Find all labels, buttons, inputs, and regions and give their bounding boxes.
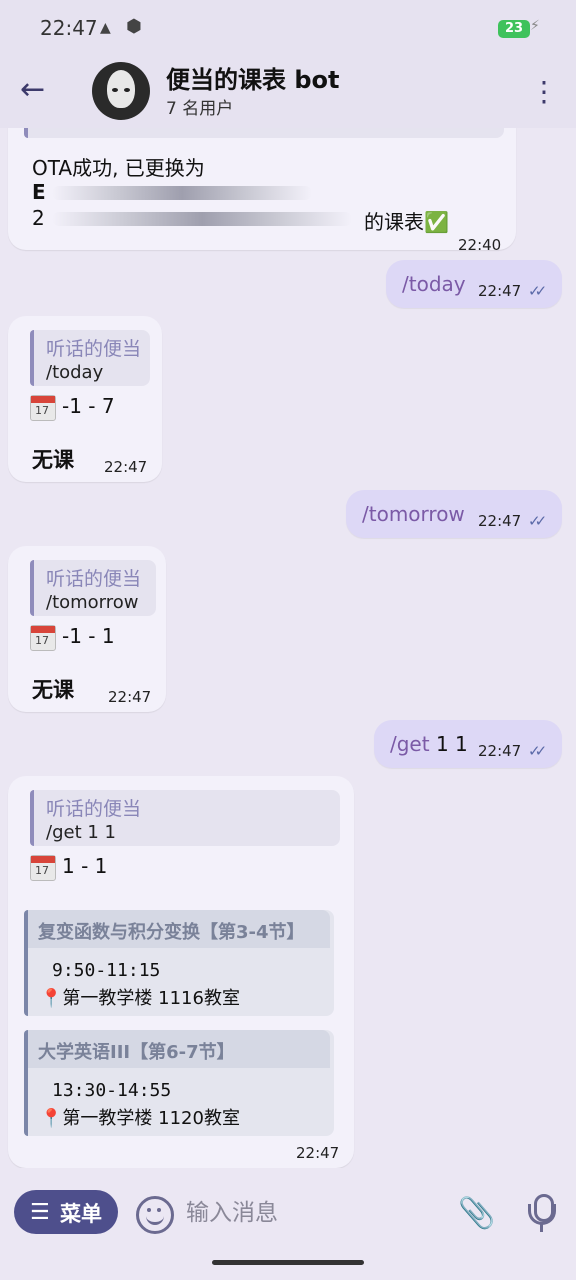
message-list[interactable]: OTA成功, 已更换为 E 2 的课表✅ 22:40 /today 22:47 …: [0, 128, 576, 1168]
ota-line3-tail: 的课表✅: [364, 210, 449, 234]
emoji-icon[interactable]: [136, 1196, 174, 1234]
quote-block[interactable]: 听话的便当 /get 1 1: [30, 790, 340, 846]
ota-line3: 2: [32, 206, 45, 230]
course-location: 📍第一教学楼 1120教室: [40, 1108, 240, 1129]
message-time: 22:47: [296, 1144, 340, 1162]
message-text: /get 1 1: [390, 732, 468, 756]
message-reply-today[interactable]: 听话的便当 /today 17 -1 - 7 无课 22:47: [8, 316, 162, 482]
chat-title[interactable]: 便当的课表 bot: [166, 60, 340, 95]
ota-line1: OTA成功, 已更换为: [32, 156, 205, 180]
double-check-icon: ✓✓: [528, 282, 547, 300]
calendar-icon: 17: [30, 624, 56, 651]
message-reply-get[interactable]: 听话的便当 /get 1 1 17 1 - 1 复变函数与积分变换【第3-4节】 …: [8, 776, 354, 1168]
message-time: 22:47: [104, 458, 148, 476]
charging-icon: ⚡: [530, 18, 540, 34]
course-name: 复变函数与积分变换【第3-4节】: [38, 922, 305, 943]
course-time: 13:30-14:55: [52, 1080, 172, 1101]
notification-icon: ▲: [100, 20, 111, 36]
message-text: /today: [402, 272, 466, 296]
date-line: 17 -1 - 1: [30, 624, 115, 651]
course-time: 9:50-11:15: [52, 960, 161, 981]
hamburger-icon: ☰: [30, 1200, 50, 1225]
member-count: 7 名用户: [166, 99, 234, 119]
microphone-icon[interactable]: [528, 1194, 556, 1234]
quote-block[interactable]: 听话的便当 /tomorrow: [30, 560, 156, 616]
course-header: 大学英语III【第6-7节】: [28, 1030, 330, 1068]
message-text: /tomorrow: [362, 502, 465, 526]
message-out-today[interactable]: /today 22:47 ✓✓: [386, 260, 562, 308]
message-out-tomorrow[interactable]: /tomorrow 22:47 ✓✓: [346, 490, 562, 538]
double-check-icon: ✓✓: [528, 512, 547, 530]
quote-block: [24, 128, 504, 138]
quote-author: 听话的便当: [46, 568, 142, 590]
quote-author: 听话的便当: [46, 798, 142, 820]
attachment-icon[interactable]: 📎: [458, 1196, 495, 1231]
more-options-icon[interactable]: ⋮: [530, 72, 558, 112]
status-time: 22:47: [40, 16, 98, 40]
avatar-mask-image: [107, 70, 135, 108]
back-arrow-icon[interactable]: ←: [20, 72, 60, 108]
message-out-get[interactable]: /get 1 1 22:47 ✓✓: [374, 720, 562, 768]
pin-icon: 📍: [40, 1108, 63, 1129]
status-bar: 22:47 ▲ ⬢ 23 ⚡: [0, 0, 576, 56]
course-card[interactable]: 大学英语III【第6-7节】 13:30-14:55 📍第一教学楼 1120教室: [24, 1030, 334, 1136]
menu-button[interactable]: ☰ 菜单: [14, 1190, 118, 1234]
message-time: 22:40: [458, 236, 502, 254]
message-reply-tomorrow[interactable]: 听话的便当 /tomorrow 17 -1 - 1 无课 22:47: [8, 546, 166, 712]
message-time: 22:47: [108, 688, 152, 706]
chat-header: ← 便当的课表 bot 7 名用户 ⋮: [0, 56, 576, 128]
course-name: 大学英语III【第6-7节】: [38, 1042, 235, 1063]
no-class-text: 无课: [32, 448, 74, 472]
avatar[interactable]: [92, 62, 150, 120]
course-card[interactable]: 复变函数与积分变换【第3-4节】 9:50-11:15 📍第一教学楼 1116教…: [24, 910, 334, 1016]
message-input[interactable]: [184, 1194, 438, 1232]
quote-text: /today: [46, 362, 104, 383]
ota-line2: E: [32, 180, 46, 204]
redacted-text: [52, 186, 312, 200]
course-header: 复变函数与积分变换【第3-4节】: [28, 910, 330, 948]
pin-icon: 📍: [40, 988, 63, 1009]
quote-text: /tomorrow: [46, 592, 139, 613]
package-icon: ⬢: [126, 16, 142, 37]
redacted-text: [52, 212, 352, 226]
menu-label: 菜单: [60, 1202, 102, 1226]
course-location: 📍第一教学楼 1116教室: [40, 988, 240, 1009]
message-time: 22:47: [478, 742, 522, 760]
message-time: 22:47: [478, 282, 522, 300]
composer-bar: ☰ 菜单 📎: [0, 1172, 576, 1280]
message-ota[interactable]: OTA成功, 已更换为 E 2 的课表✅ 22:40: [8, 128, 516, 254]
home-indicator[interactable]: [212, 1260, 364, 1265]
quote-text: /get 1 1: [46, 822, 116, 843]
calendar-icon: 17: [30, 394, 56, 421]
quote-block[interactable]: 听话的便当 /today: [30, 330, 150, 386]
quote-author: 听话的便当: [46, 338, 142, 360]
calendar-icon: 17: [30, 854, 56, 881]
date-line: 17 -1 - 7: [30, 394, 115, 421]
date-line: 17 1 - 1: [30, 854, 107, 881]
double-check-icon: ✓✓: [528, 742, 547, 760]
no-class-text: 无课: [32, 678, 74, 702]
message-time: 22:47: [478, 512, 522, 530]
battery-icon: 23: [498, 20, 530, 38]
